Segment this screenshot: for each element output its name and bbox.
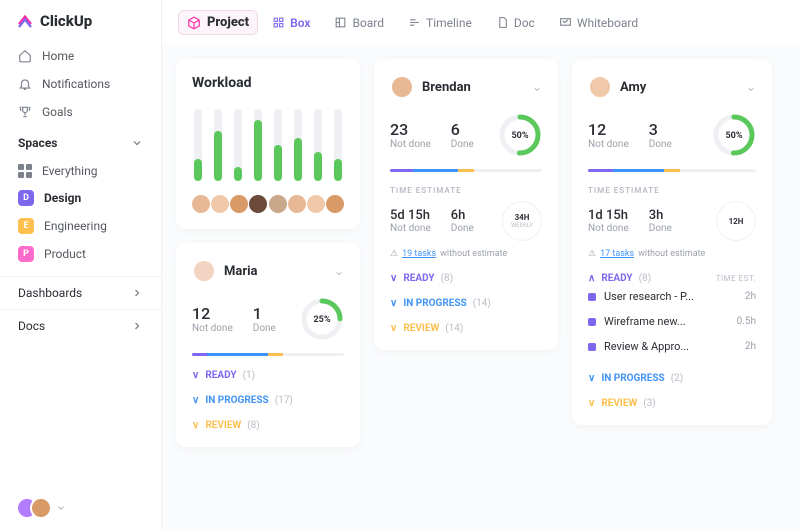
avatar bbox=[192, 259, 216, 283]
avatar bbox=[588, 75, 612, 99]
person-name: Brendan bbox=[422, 80, 471, 95]
trophy-icon bbox=[18, 105, 32, 119]
nav-goals[interactable]: Goals bbox=[0, 98, 161, 126]
svg-text:50%: 50% bbox=[726, 131, 743, 141]
progress-donut: 50% bbox=[712, 113, 756, 157]
svg-text:25%: 25% bbox=[314, 315, 331, 325]
person-name: Maria bbox=[224, 264, 258, 279]
estimate-note: ⚠ 17 tasks without estimate bbox=[588, 249, 756, 259]
task-status-icon bbox=[588, 343, 596, 351]
capacity-badge: 12H bbox=[716, 201, 756, 241]
avatar[interactable] bbox=[211, 195, 229, 213]
status-review[interactable]: ∨REVIEW(3) bbox=[588, 398, 756, 409]
sidebar: ClickUp Home Notifications Goals Spaces … bbox=[0, 0, 162, 531]
estimate-note: ⚠ 19 tasks without estimate bbox=[390, 249, 542, 259]
expand-icon[interactable]: ⌄ bbox=[746, 80, 756, 94]
timeline-icon bbox=[408, 16, 421, 29]
task-row[interactable]: User research - P...2h bbox=[588, 284, 756, 309]
clickup-logo-icon bbox=[16, 12, 34, 30]
topbar: Project Box Board Timeline Doc Whiteboar… bbox=[162, 0, 800, 45]
nav-home[interactable]: Home bbox=[0, 42, 161, 70]
expand-icon[interactable]: ⌄ bbox=[532, 80, 542, 94]
docs-section[interactable]: Docs bbox=[0, 309, 161, 342]
doc-icon bbox=[496, 16, 509, 29]
tasks-without-estimate-link[interactable]: 19 tasks bbox=[402, 249, 436, 259]
view-board[interactable]: Board bbox=[324, 12, 394, 34]
person-card-amy: Amy⌄ 12Not done 3Done 50% TIME ESTIMATE … bbox=[572, 59, 772, 425]
view-box[interactable]: Box bbox=[262, 12, 320, 34]
main: Project Box Board Timeline Doc Whiteboar… bbox=[162, 0, 800, 531]
status-review[interactable]: ∨REVIEW(8) bbox=[192, 420, 344, 431]
grid-icon bbox=[18, 164, 32, 178]
task-status-icon bbox=[588, 293, 596, 301]
svg-text:50%: 50% bbox=[512, 131, 529, 141]
project-chip[interactable]: Project bbox=[178, 10, 258, 35]
everything-item[interactable]: Everything bbox=[0, 158, 161, 184]
progress-donut: 50% bbox=[498, 113, 542, 157]
whiteboard-icon bbox=[559, 16, 572, 29]
time-estimate-label: TIME ESTIMATE bbox=[588, 186, 756, 195]
workload-chart bbox=[192, 109, 344, 187]
status-ready[interactable]: ∧READY(8) bbox=[588, 273, 651, 284]
expand-icon[interactable]: ⌄ bbox=[334, 264, 344, 278]
person-card-maria: Maria⌄ 12Not done 1Done 25% ∨READY(1) ∨I… bbox=[176, 243, 360, 447]
chevron-right-icon bbox=[131, 287, 143, 299]
space-engineering[interactable]: EEngineering bbox=[0, 212, 161, 240]
space-design[interactable]: DDesign bbox=[0, 184, 161, 212]
home-icon bbox=[18, 49, 32, 63]
view-timeline[interactable]: Timeline bbox=[398, 12, 482, 34]
chevron-down-icon bbox=[131, 137, 143, 149]
dashboards-section[interactable]: Dashboards bbox=[0, 276, 161, 309]
time-estimate-label: TIME ESTIMATE bbox=[390, 186, 542, 195]
cube-icon bbox=[187, 16, 201, 30]
avatar[interactable] bbox=[192, 195, 210, 213]
status-ready[interactable]: ∨READY(1) bbox=[192, 370, 344, 381]
view-whiteboard[interactable]: Whiteboard bbox=[549, 12, 648, 34]
avatar[interactable] bbox=[249, 195, 267, 213]
board-icon bbox=[334, 16, 347, 29]
chevron-down-icon[interactable] bbox=[56, 503, 66, 513]
avatar[interactable] bbox=[30, 497, 52, 519]
capacity-badge: 34HWEEKLY bbox=[502, 201, 542, 241]
task-row[interactable]: Wireframe new...0.5h bbox=[588, 309, 756, 334]
box-view-icon bbox=[272, 16, 285, 29]
status-in-progress[interactable]: ∨IN PROGRESS(17) bbox=[192, 395, 344, 406]
spaces-heading[interactable]: Spaces bbox=[0, 126, 161, 158]
person-card-brendan: Brendan⌄ 23Not done 6Done 50% TIME ESTIM… bbox=[374, 59, 558, 350]
avatar bbox=[390, 75, 414, 99]
avatar[interactable] bbox=[230, 195, 248, 213]
logo[interactable]: ClickUp bbox=[0, 0, 161, 42]
view-doc[interactable]: Doc bbox=[486, 12, 545, 34]
task-row[interactable]: Review & Appro...2h bbox=[588, 334, 756, 359]
chevron-right-icon bbox=[131, 320, 143, 332]
avatar[interactable] bbox=[326, 195, 344, 213]
status-in-progress[interactable]: ∨IN PROGRESS(14) bbox=[390, 298, 542, 309]
person-name: Amy bbox=[620, 80, 646, 95]
status-in-progress[interactable]: ∨IN PROGRESS(2) bbox=[588, 373, 756, 384]
avatar[interactable] bbox=[269, 195, 287, 213]
workload-title: Workload bbox=[192, 75, 344, 91]
status-ready[interactable]: ∨READY(8) bbox=[390, 273, 542, 284]
space-product[interactable]: PProduct bbox=[0, 240, 161, 268]
status-review[interactable]: ∨REVIEW(14) bbox=[390, 323, 542, 334]
time-est-heading: TIME EST. bbox=[716, 274, 756, 283]
tasks-without-estimate-link[interactable]: 17 tasks bbox=[600, 249, 634, 259]
task-status-icon bbox=[588, 318, 596, 326]
workload-card: Workload bbox=[176, 59, 360, 229]
avatar[interactable] bbox=[307, 195, 325, 213]
bell-icon bbox=[18, 77, 32, 91]
sidebar-footer bbox=[0, 485, 161, 531]
nav-notifications[interactable]: Notifications bbox=[0, 70, 161, 98]
progress-donut: 25% bbox=[300, 297, 344, 341]
avatar[interactable] bbox=[288, 195, 306, 213]
